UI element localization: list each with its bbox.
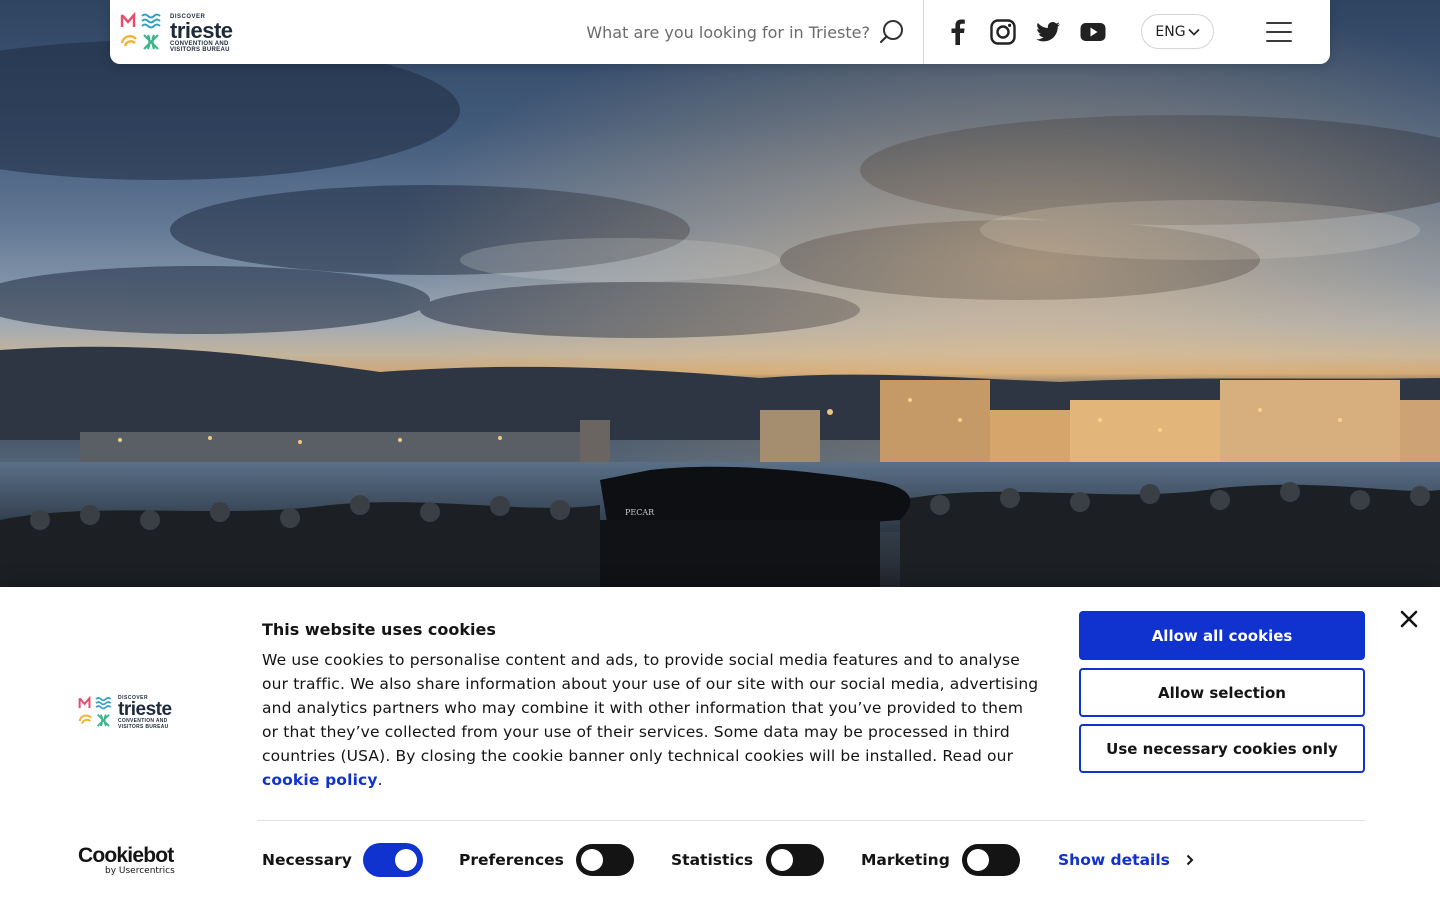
hamburger-menu-icon[interactable] (1266, 22, 1292, 42)
cookie-description: We use cookies to personalise content an… (262, 648, 1042, 792)
logo-mark-icon (120, 11, 161, 50)
allow-selection-button[interactable]: Allow selection (1079, 668, 1365, 717)
logo-subtitle-2: VISITORS BUREAU (118, 723, 169, 730)
search-icon[interactable] (878, 18, 906, 46)
marketing-toggle[interactable] (962, 844, 1020, 876)
language-label: ENG (1155, 23, 1186, 40)
allow-all-cookies-button[interactable]: Allow all cookies (1079, 611, 1365, 660)
toggle-label-statistics: Statistics (671, 851, 754, 869)
logo-title: trieste (118, 699, 172, 721)
cookie-divider (257, 820, 1365, 821)
logo-mark-icon (78, 695, 112, 727)
site-logo[interactable]: DISCOVER trieste CONVENTION AND VISITORS… (120, 11, 250, 55)
cookiebot-logo: Cookiebot by Usercentrics (78, 844, 182, 878)
cookie-banner: DISCOVER trieste CONVENTION AND VISITORS… (0, 587, 1440, 900)
show-details-link[interactable]: Show details (1058, 851, 1194, 869)
preferences-toggle[interactable] (576, 844, 634, 876)
statistics-toggle[interactable] (766, 844, 824, 876)
piano-label: PECAR (625, 508, 655, 517)
necessary-cookies-only-button[interactable]: Use necessary cookies only (1079, 724, 1365, 773)
search-input[interactable] (570, 16, 870, 48)
facebook-icon[interactable] (944, 18, 972, 46)
youtube-icon[interactable] (1079, 18, 1107, 46)
show-details-label: Show details (1058, 851, 1170, 869)
chevron-down-icon (1188, 28, 1200, 36)
cookie-title: This website uses cookies (262, 620, 496, 639)
cookie-policy-link[interactable]: cookie policy (262, 771, 378, 789)
toggle-label-necessary: Necessary (262, 851, 352, 869)
close-icon[interactable] (1398, 608, 1420, 630)
grand-piano: PECAR (600, 466, 911, 590)
toggle-label-marketing: Marketing (861, 851, 950, 869)
site-header: DISCOVER trieste CONVENTION AND VISITORS… (110, 0, 1330, 64)
cookiebot-wordmark: Cookiebot (78, 844, 174, 867)
cookie-body-text: We use cookies to personalise content an… (262, 651, 1039, 765)
logo-title: trieste (170, 17, 233, 43)
instagram-icon[interactable] (989, 18, 1017, 46)
cookie-body-end: . (377, 771, 383, 789)
logo-subtitle-2: VISITORS BUREAU (170, 46, 230, 53)
twitter-icon[interactable] (1034, 18, 1062, 46)
cookie-banner-logo: DISCOVER trieste CONVENTION AND VISITORS… (78, 695, 182, 731)
chevron-right-icon (1186, 854, 1194, 866)
toggle-label-preferences: Preferences (459, 851, 564, 869)
necessary-toggle[interactable] (364, 844, 422, 876)
language-selector[interactable]: ENG (1141, 14, 1214, 49)
cookiebot-byline: by Usercentrics (105, 866, 175, 876)
header-divider (923, 0, 924, 64)
